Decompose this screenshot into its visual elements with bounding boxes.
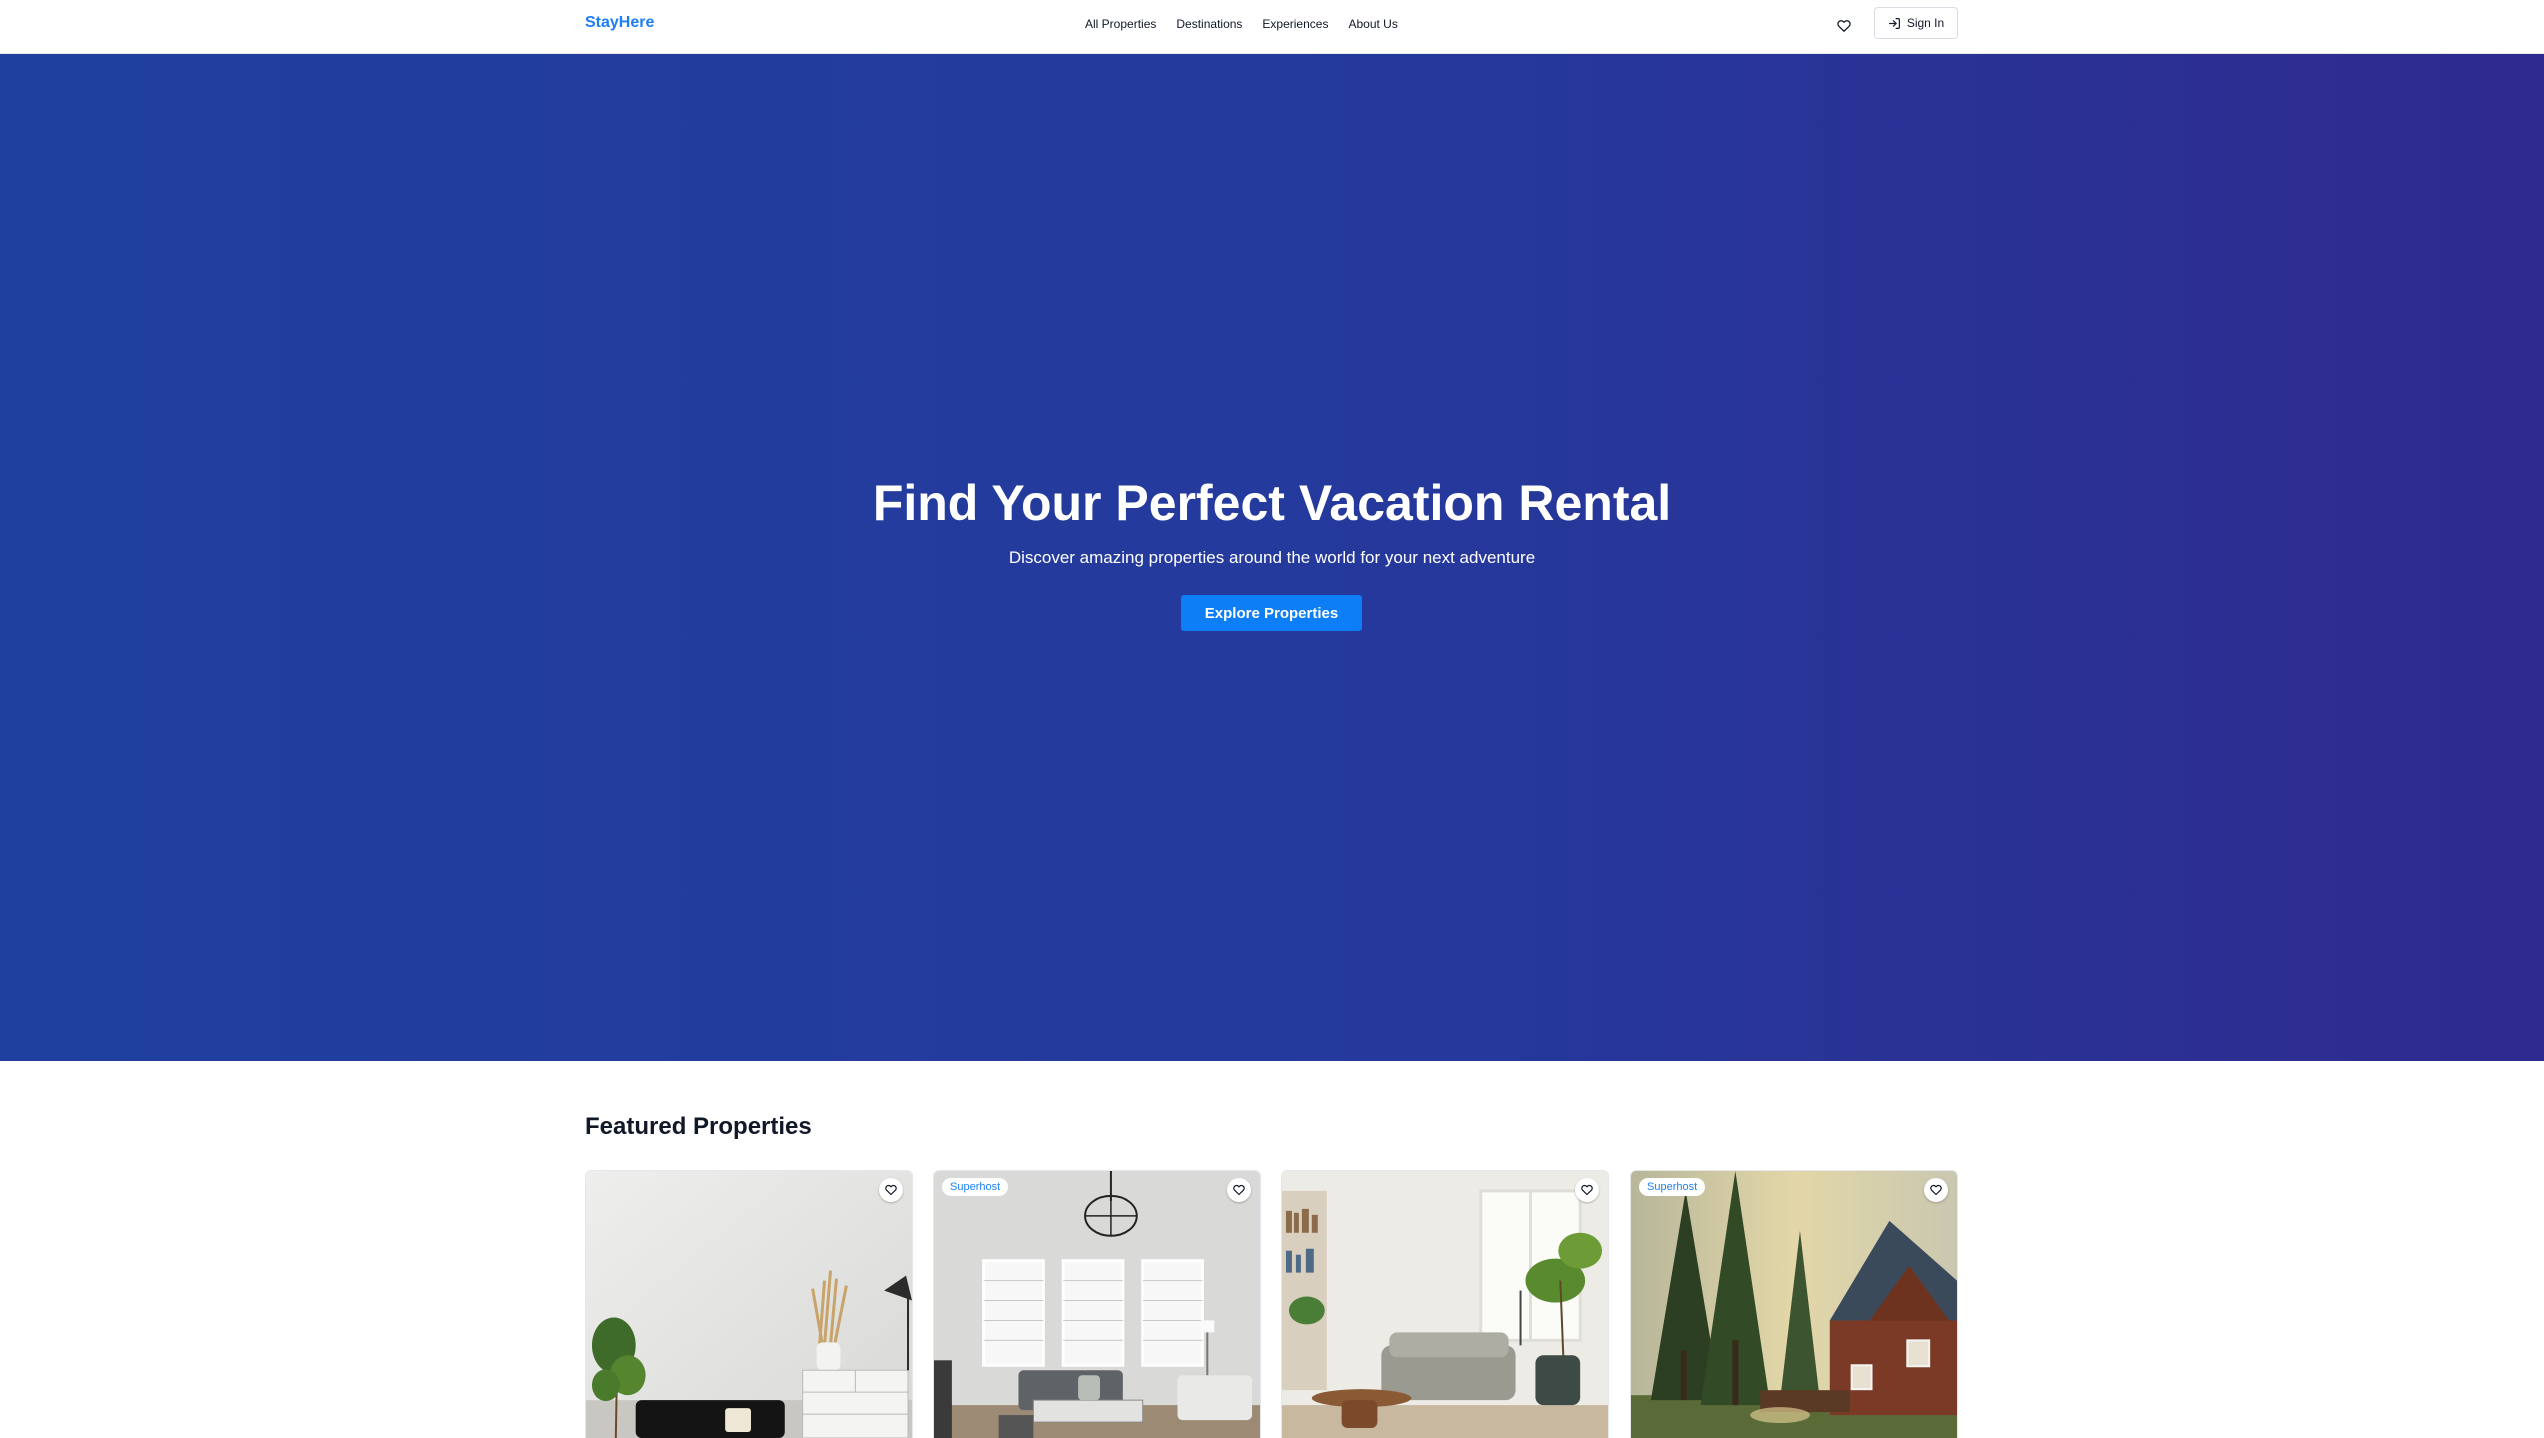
property-photo <box>586 1171 912 1438</box>
log-in-icon <box>1888 17 1900 29</box>
nav-link-destinations[interactable]: Destinations <box>1176 17 1242 31</box>
favorite-button[interactable] <box>1924 1178 1948 1202</box>
superhost-badge: Superhost <box>942 1178 1009 1196</box>
property-card[interactable] <box>1281 1170 1609 1438</box>
heart-icon <box>885 1184 897 1196</box>
nav-link-about-us[interactable]: About Us <box>1348 17 1397 31</box>
property-card[interactable] <box>585 1170 913 1438</box>
sign-in-label: Sign In <box>1906 16 1945 30</box>
featured-properties-heading: Featured Properties <box>585 1113 812 1140</box>
hero-subtitle: Discover amazing properties around the w… <box>1008 548 1536 567</box>
heart-icon <box>1930 1184 1942 1196</box>
brand-logo[interactable]: StayHere <box>585 14 654 32</box>
heart-icon <box>1233 1184 1245 1196</box>
wishlist-button[interactable] <box>1832 14 1856 38</box>
hero-title: Find Your Perfect Vacation Rental <box>872 475 1672 531</box>
property-photo <box>1282 1171 1608 1438</box>
heart-icon <box>1581 1184 1593 1196</box>
property-photo <box>934 1171 1260 1438</box>
favorite-button[interactable] <box>1575 1178 1599 1202</box>
heart-icon <box>1837 20 1851 32</box>
main-nav: All Properties Destinations Experiences … <box>1085 17 1398 31</box>
nav-link-all-properties[interactable]: All Properties <box>1085 17 1156 31</box>
property-card[interactable]: Superhost <box>933 1170 1261 1438</box>
property-photo <box>1631 1171 1957 1438</box>
superhost-badge: Superhost <box>1639 1178 1706 1196</box>
nav-link-experiences[interactable]: Experiences <box>1262 17 1328 31</box>
property-card[interactable]: Superhost <box>1630 1170 1958 1438</box>
sign-in-button[interactable]: Sign In <box>1874 7 1958 39</box>
hero-banner: Find Your Perfect Vacation Rental Discov… <box>0 54 2544 1061</box>
favorite-button[interactable] <box>1227 1178 1251 1202</box>
top-navbar: StayHere All Properties Destinations Exp… <box>0 0 2544 54</box>
explore-properties-button[interactable]: Explore Properties <box>1181 595 1362 631</box>
favorite-button[interactable] <box>879 1178 903 1202</box>
